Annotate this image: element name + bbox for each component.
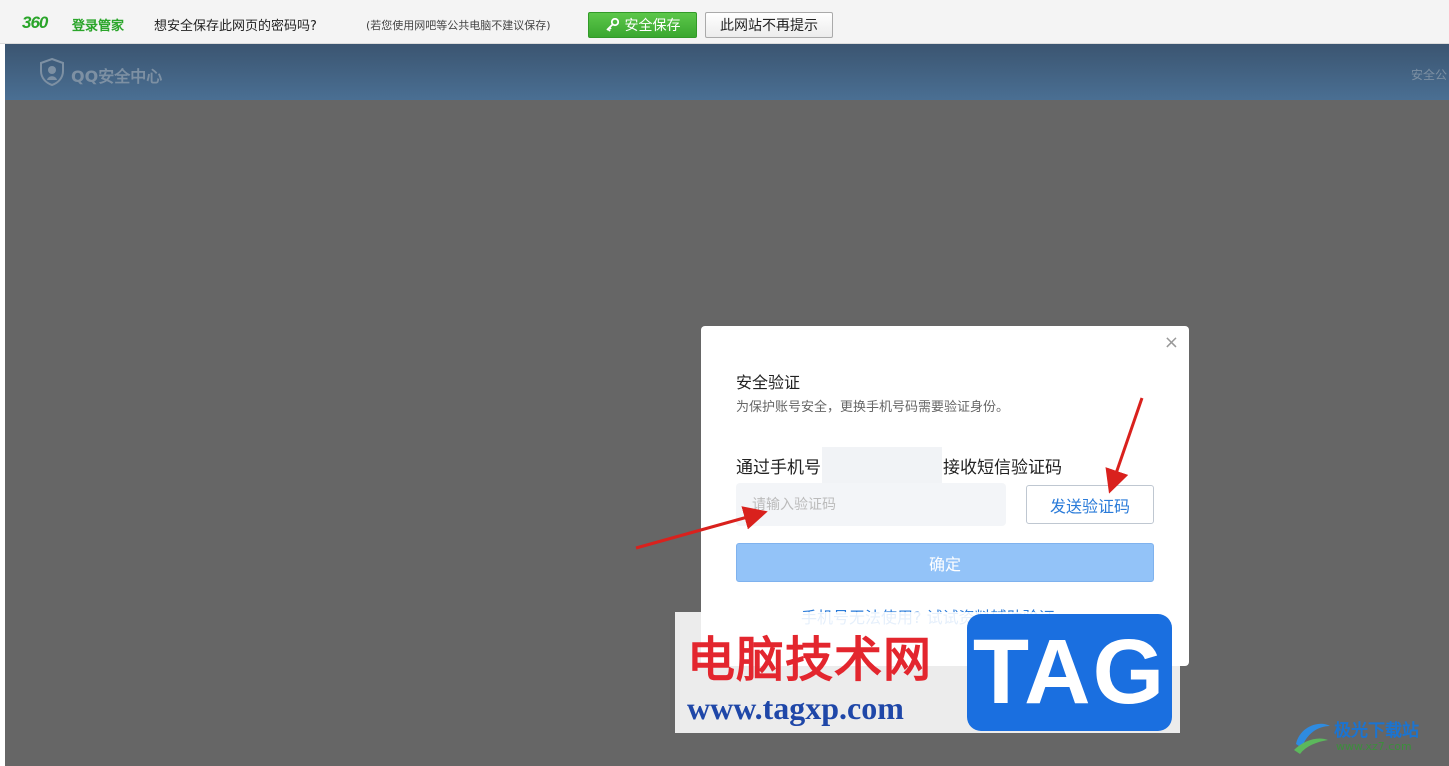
safe-save-button[interactable]: 安全保存 xyxy=(588,12,697,38)
close-icon[interactable]: × xyxy=(1164,332,1179,353)
save-question: 想安全保存此网页的密码吗? xyxy=(154,19,317,34)
brand-label: 登录管家 xyxy=(72,19,125,34)
dialog-subtitle: 为保护账号安全，更换手机号码需要验证身份。 xyxy=(736,400,1010,415)
site-header: QQ安全中心 安全公 xyxy=(5,44,1449,100)
corner-logo-text: 极光下载站 xyxy=(1334,721,1419,741)
watermark-tag-logo: TAG xyxy=(967,614,1172,731)
send-code-button[interactable]: 发送验证码 xyxy=(1026,485,1154,524)
confirm-button[interactable]: 确定 xyxy=(736,543,1154,582)
watermark: 电脑技术网 www.tagxp.com TAG xyxy=(675,612,1180,733)
watermark-url: www.tagxp.com xyxy=(687,690,904,726)
password-save-bar: 360 登录管家 想安全保存此网页的密码吗? (若您使用网吧等公共电脑不建议保存… xyxy=(0,0,1449,44)
dialog-title: 安全验证 xyxy=(736,373,801,392)
save-note: (若您使用网吧等公共电脑不建议保存) xyxy=(366,19,551,32)
masked-phone-number xyxy=(822,447,942,483)
key-icon xyxy=(605,18,619,32)
safe-save-label: 安全保存 xyxy=(624,18,681,34)
phone-instruction: 通过手机号 接收短信验证码 xyxy=(736,447,1062,483)
logo-360: 360 xyxy=(22,13,48,32)
corner-logo-url: www.xz7.com xyxy=(1336,740,1412,753)
verification-code-input[interactable] xyxy=(736,483,1006,526)
corner-logo: 极光下载站 www.xz7.com xyxy=(1290,712,1440,762)
phone-suffix: 接收短信验证码 xyxy=(943,457,1062,478)
watermark-cn-text: 电脑技术网 xyxy=(687,632,933,688)
never-remind-button[interactable]: 此网站不再提示 xyxy=(705,12,833,38)
header-right-link[interactable]: 安全公 xyxy=(1411,66,1447,83)
shield-icon xyxy=(40,58,64,86)
aurora-logo-icon xyxy=(1294,723,1330,754)
site-title: QQ安全中心 xyxy=(71,67,163,86)
phone-prefix: 通过手机号 xyxy=(736,457,821,478)
